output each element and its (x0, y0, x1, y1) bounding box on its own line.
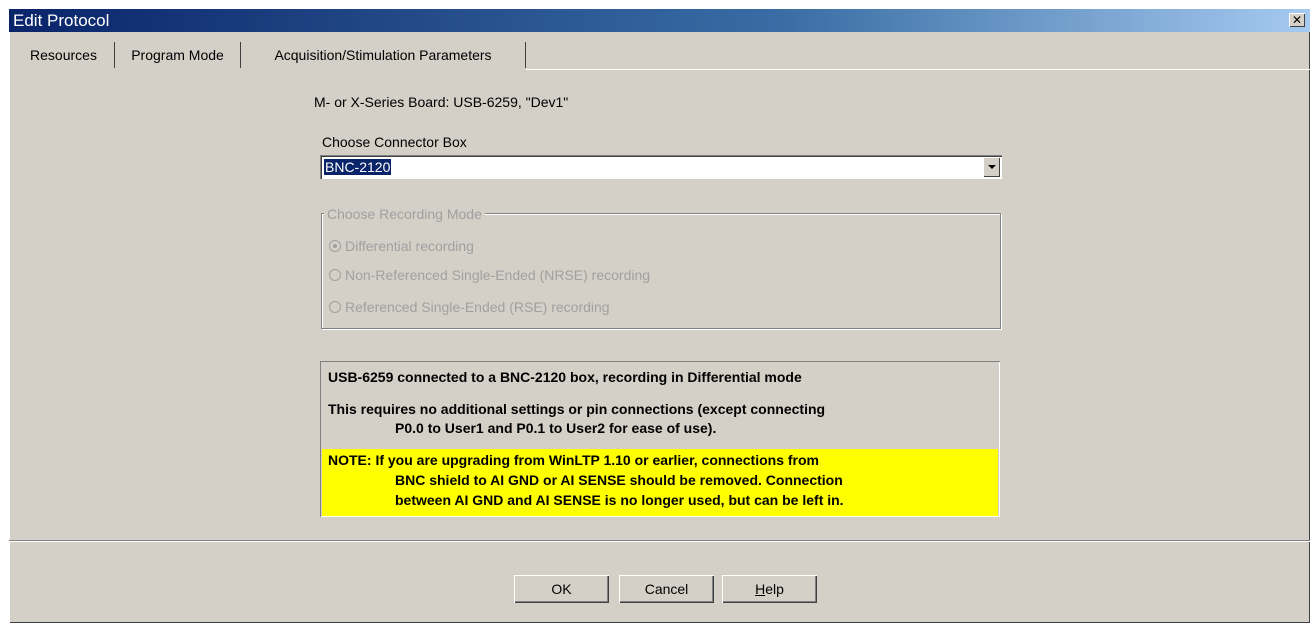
connector-box-label: Choose Connector Box (322, 134, 467, 150)
tab-program-mode[interactable]: Program Mode (115, 42, 241, 68)
help-button-label: elp (765, 581, 784, 597)
tab-acquisition-stimulation-parameters[interactable]: Acquisition/Stimulation Parameters (241, 42, 526, 68)
radio-button-icon (329, 269, 341, 281)
radio-differential[interactable]: Differential recording (329, 237, 474, 255)
info-line-requirements: This requires no additional settings or … (328, 401, 826, 417)
radio-button-icon (329, 240, 341, 252)
note-line-3: between AI GND and AI SENSE is no longer… (395, 492, 844, 508)
note-line-1: NOTE: If you are upgrading from WinLTP 1… (328, 452, 819, 468)
close-button[interactable]: ✕ (1289, 13, 1305, 27)
radio-rse-label: Referenced Single-Ended (RSE) recording (345, 299, 610, 315)
radio-nrse[interactable]: Non-Referenced Single-Ended (NRSE) recor… (329, 266, 650, 284)
radio-button-icon (329, 301, 341, 313)
connector-box-select[interactable]: BNC-2120 (320, 155, 1002, 179)
info-line-pins: P0.0 to User1 and P0.1 to User2 for ease… (395, 420, 717, 436)
cancel-button[interactable]: Cancel (619, 575, 714, 603)
tab-divider (526, 69, 1310, 70)
help-button[interactable]: Help (722, 575, 817, 603)
info-line-summary: USB-6259 connected to a BNC-2120 box, re… (328, 369, 802, 385)
radio-rse[interactable]: Referenced Single-Ended (RSE) recording (329, 298, 610, 316)
ok-button[interactable]: OK (514, 575, 609, 603)
radio-differential-label: Differential recording (345, 238, 474, 254)
window-title: Edit Protocol (13, 11, 110, 30)
note-line-2: BNC shield to AI GND or AI SENSE should … (395, 472, 843, 488)
close-icon: ✕ (1291, 13, 1303, 27)
footer-divider-highlight (9, 541, 1310, 542)
radio-nrse-label: Non-Referenced Single-Ended (NRSE) recor… (345, 267, 651, 283)
tab-strip: Resources Program Mode Acquisition/Stimu… (9, 42, 1310, 70)
title-bar[interactable]: Edit Protocol ✕ (9, 9, 1310, 32)
board-info-label: M- or X-Series Board: USB-6259, "Dev1" (314, 94, 569, 110)
help-button-accelerator: H (755, 581, 766, 597)
edit-protocol-dialog: Edit Protocol ✕ Resources Program Mode A… (9, 9, 1310, 623)
chevron-down-icon[interactable] (983, 157, 1000, 177)
recording-mode-title: Choose Recording Mode (324, 206, 485, 222)
tab-resources[interactable]: Resources (13, 42, 115, 68)
connector-box-selected-value: BNC-2120 (324, 159, 392, 175)
